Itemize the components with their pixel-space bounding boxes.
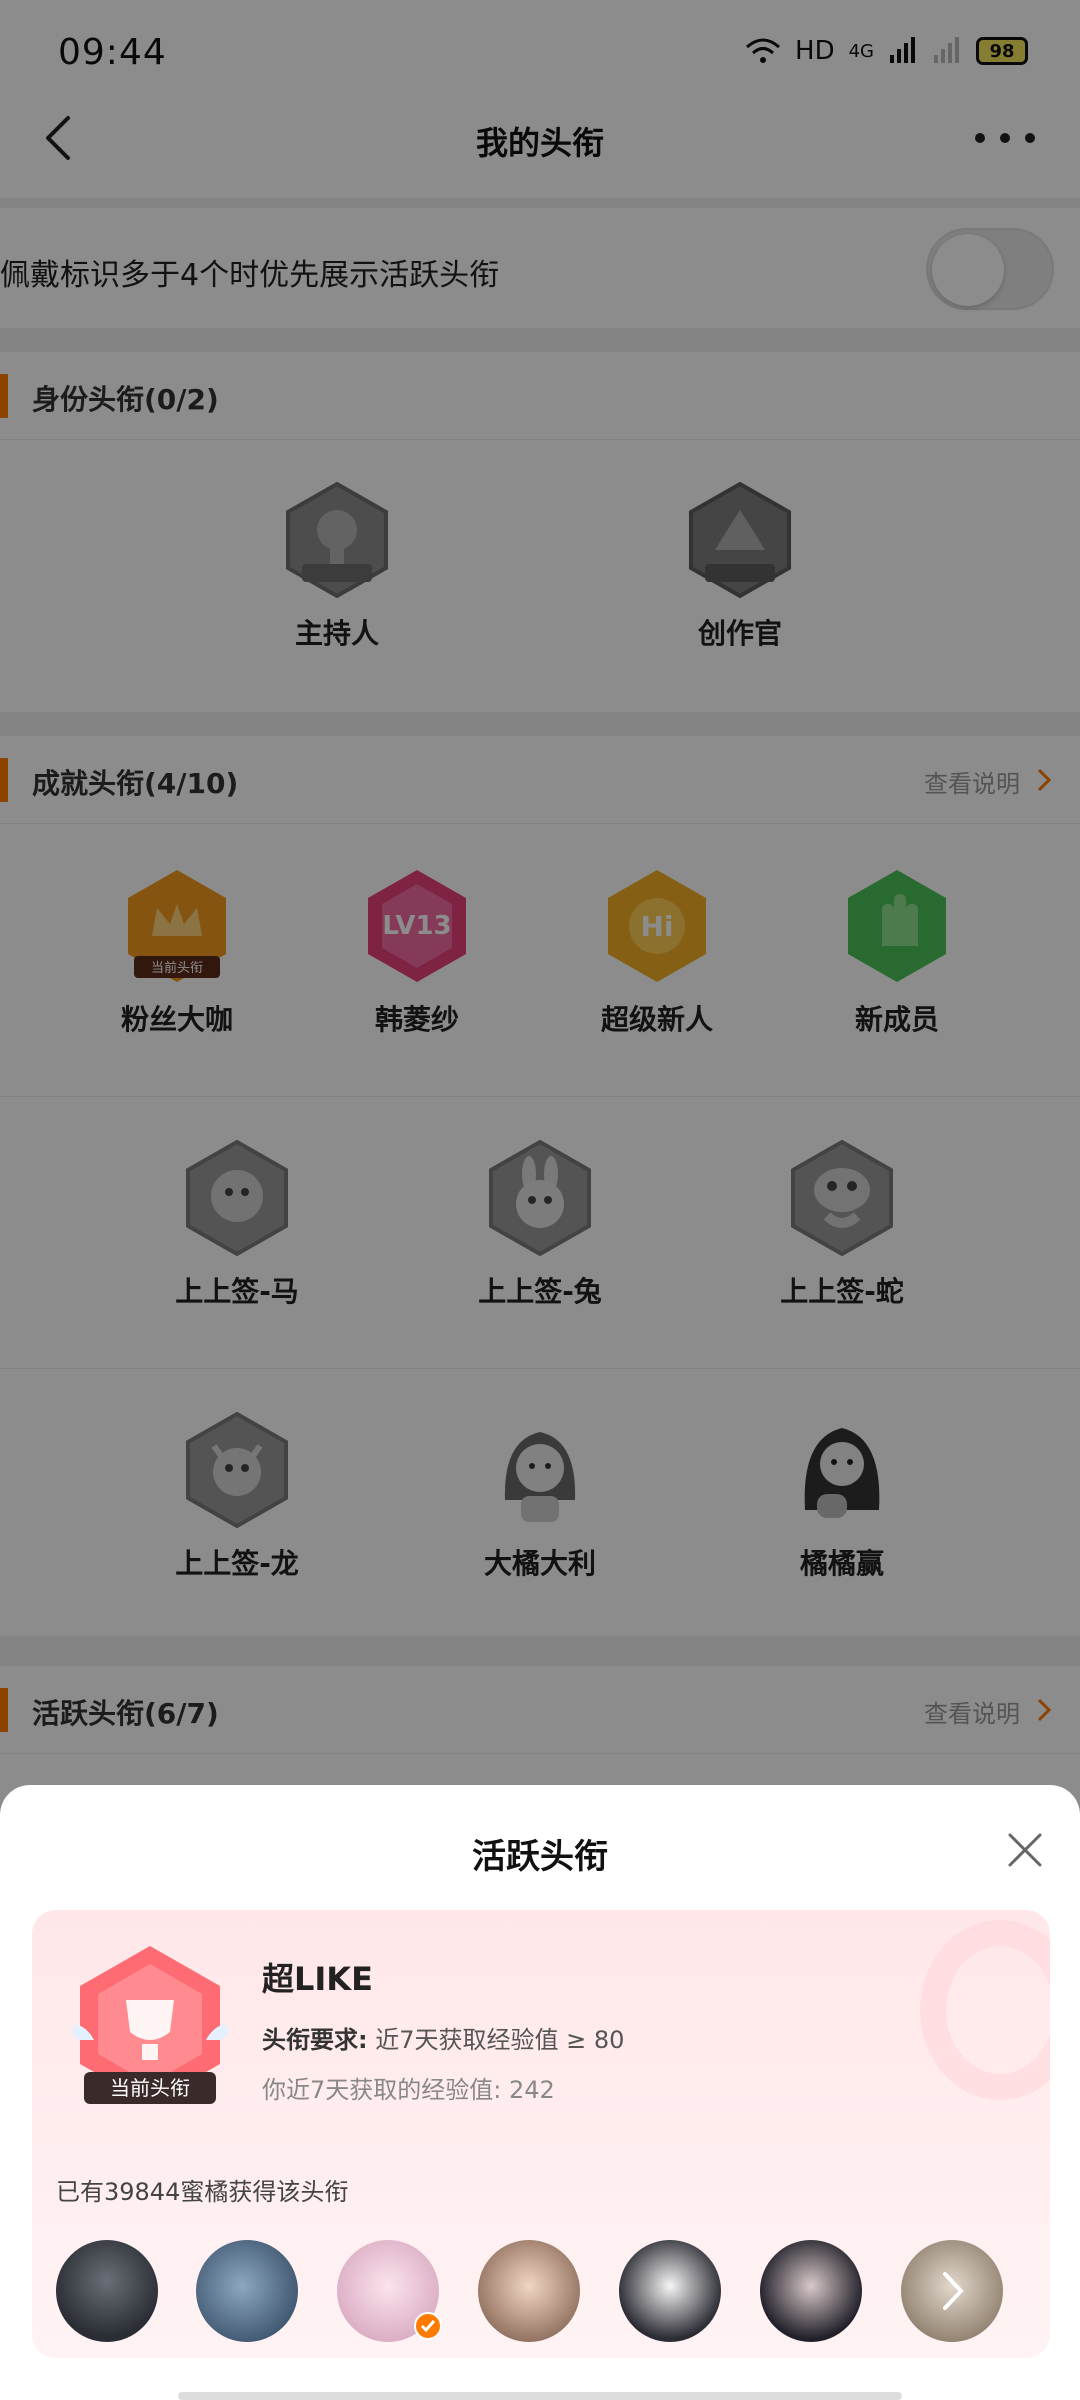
- avatar[interactable]: [901, 2240, 1003, 2342]
- requirement-value: 近7天获取经验值 ≥ 80: [375, 2026, 625, 2054]
- badge-requirement: 头衔要求: 近7天获取经验值 ≥ 80: [262, 2020, 624, 2055]
- close-icon[interactable]: [1000, 1825, 1050, 1875]
- avatar[interactable]: [196, 2240, 298, 2342]
- active-title-sheet: 活跃头衔 当前头衔 超LIKE 头衔要求: 近7天获取经验值 ≥ 80 你近7天…: [0, 1785, 1080, 2400]
- super-like-badge: 当前头衔: [70, 1940, 230, 2114]
- avatar[interactable]: [56, 2240, 158, 2342]
- badge-tag-text: 当前头衔: [110, 2076, 190, 2100]
- holders-avatar-list[interactable]: [56, 2240, 1036, 2344]
- chevron-right-icon[interactable]: [901, 2240, 1003, 2342]
- holders-count: 已有39844蜜橘获得该头衔: [56, 2178, 349, 2206]
- sheet-title: 活跃头衔: [472, 1837, 608, 1877]
- avatar[interactable]: [760, 2240, 862, 2342]
- my-experience: 你近7天获取的经验值: 242: [262, 2076, 555, 2104]
- badge-name: 超LIKE: [262, 1960, 373, 1998]
- avatar[interactable]: [478, 2240, 580, 2342]
- verified-badge-icon: [414, 2312, 442, 2340]
- title-detail-card: 当前头衔 超LIKE 头衔要求: 近7天获取经验值 ≥ 80 你近7天获取的经验…: [32, 1910, 1050, 2358]
- requirement-label: 头衔要求:: [262, 2026, 368, 2054]
- trophy-badge-icon: 当前头衔: [71, 1946, 229, 2104]
- avatar[interactable]: [619, 2240, 721, 2342]
- home-indicator: [178, 2392, 902, 2400]
- card-decoration: [920, 1920, 1050, 2100]
